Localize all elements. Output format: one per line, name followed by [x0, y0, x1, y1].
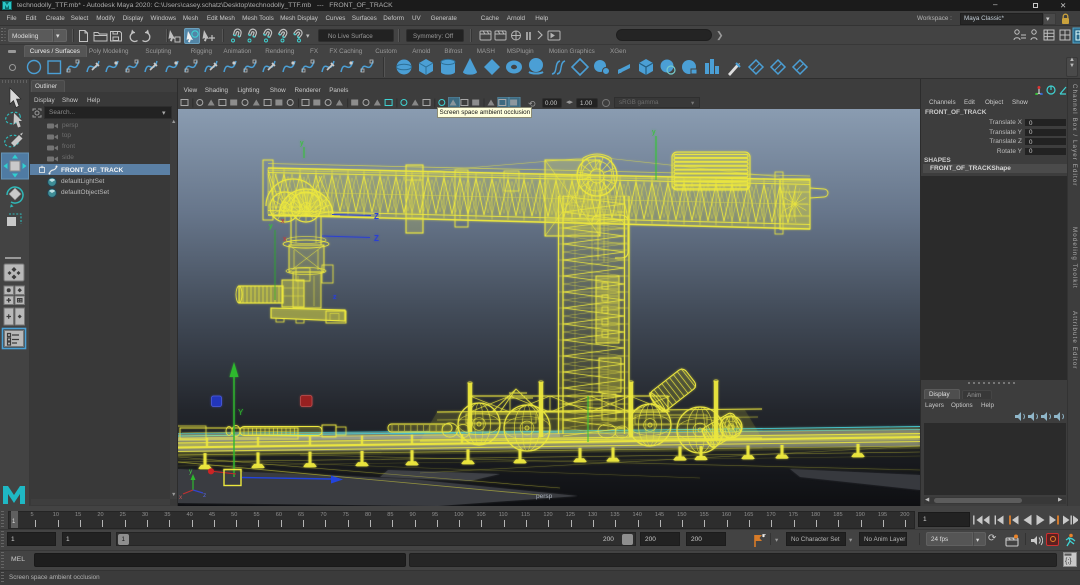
svg-text:{;}: {;} [1065, 558, 1072, 565]
